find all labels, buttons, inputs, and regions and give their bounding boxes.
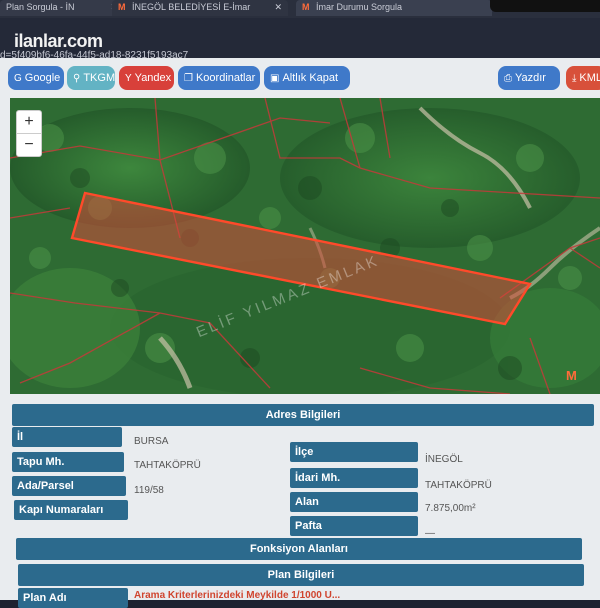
kml-download-button[interactable]: ⤓ KML — [566, 66, 600, 90]
download-icon: ⤓ — [572, 73, 577, 84]
globe-icon: G — [14, 73, 22, 84]
kml-label: KML — [579, 72, 600, 84]
copy-icon: ❐ — [184, 73, 193, 84]
tkgm-button[interactable]: ⚲ TKGM — [67, 66, 115, 90]
parcel-info: Adres Bilgileri İl BURSA İlçe İNEGÖL Tap… — [10, 400, 600, 608]
tab-label: İNEGÖL BELEDİYESİ E-İmar — [132, 2, 251, 12]
print-label: Yazdır — [515, 72, 546, 84]
browser-tab-active[interactable]: M İmar Durumu Sorgula — [296, 0, 492, 16]
printer-icon: ⎙ — [504, 73, 512, 84]
window-corner — [490, 0, 600, 12]
tapu-label: Tapu Mh. — [12, 452, 124, 472]
zoom-control: + − — [16, 110, 42, 157]
ilce-label: İlçe — [290, 442, 418, 462]
coordinates-label: Koordinatlar — [195, 72, 256, 84]
print-button[interactable]: ⎙ Yazdır — [498, 66, 560, 90]
tab-label: Plan Sorgula - İN — [6, 2, 75, 12]
idari-value: TAHTAKÖPRÜ — [425, 480, 492, 491]
yandex-button[interactable]: Y Yandex — [119, 66, 174, 90]
coordinates-button[interactable]: ❐ Koordinatlar — [178, 66, 260, 90]
ada-parsel-label: Ada/Parsel — [12, 476, 126, 496]
map-toolbar: G Google ⚲ TKGM Y Yandex ❐ Koordinatlar ▣ Alt… — [0, 66, 600, 94]
tkgm-label: TKGM — [83, 72, 116, 84]
plan-notice: Arama Kriterlerinizdeki Meykilde 1/1000 … — [134, 590, 341, 601]
ada-parsel-value: 119/58 — [134, 485, 164, 496]
kapi-label: Kapı Numaraları — [14, 500, 128, 520]
address-section-header: Adres Bilgileri — [12, 404, 594, 426]
il-value: BURSA — [134, 436, 169, 447]
zoom-out-button[interactable]: − — [17, 134, 41, 156]
parcel-query-page: G Google ⚲ TKGM Y Yandex ❐ Koordinatlar ▣ Alt… — [0, 58, 600, 608]
brand-watermark: ilanlar.com — [14, 31, 103, 51]
idari-label: İdari Mh. — [290, 468, 418, 488]
yandex-label: Yandex — [134, 72, 172, 84]
satellite-imagery — [10, 98, 600, 394]
municipality-logo-icon: M — [302, 2, 310, 12]
map-pin-icon: ⚲ — [73, 73, 81, 84]
yandex-icon: Y — [125, 73, 132, 84]
zoom-in-button[interactable]: + — [17, 111, 41, 133]
satellite-map[interactable]: + − ELİF YILMAZ EMLAK M — [10, 98, 600, 394]
alan-value: 7.875,00m² — [425, 503, 476, 514]
browser-tab[interactable]: M İNEGÖL BELEDİYESİ E-İmar ✕ — [112, 0, 288, 16]
basemap-toggle-button[interactable]: ▣ Altlık Kapat — [264, 66, 350, 90]
il-label: İl — [12, 427, 122, 447]
browser-tab[interactable]: Plan Sorgula - İN ✕ — [0, 0, 124, 16]
plan-adi-label: Plan Adı — [18, 588, 128, 608]
google-label: Google — [24, 72, 61, 84]
municipality-logo-icon: M — [118, 2, 126, 12]
municipality-logo-icon: M — [566, 368, 577, 383]
google-button[interactable]: G Google — [8, 66, 64, 90]
plan-info-header: Plan Bilgileri — [18, 564, 584, 586]
basemap-label: Altlık Kapat — [282, 72, 339, 84]
alan-label: Alan — [290, 492, 418, 512]
close-icon[interactable]: ✕ — [274, 0, 282, 14]
address-bar[interactable]: ilanlar.com d=5f409bf6-46fa-44f5-ad18-82… — [0, 18, 600, 61]
ilce-value: İNEGÖL — [425, 454, 463, 465]
browser-tab-bar: Plan Sorgula - İN ✕ M İNEGÖL BELEDİYESİ … — [0, 0, 600, 18]
image-icon: ▣ — [270, 73, 280, 84]
tapu-value: TAHTAKÖPRÜ — [134, 460, 201, 471]
function-areas-header: Fonksiyon Alanları — [16, 538, 582, 560]
tab-label: İmar Durumu Sorgula — [316, 2, 403, 12]
pafta-label: Pafta — [290, 516, 418, 536]
